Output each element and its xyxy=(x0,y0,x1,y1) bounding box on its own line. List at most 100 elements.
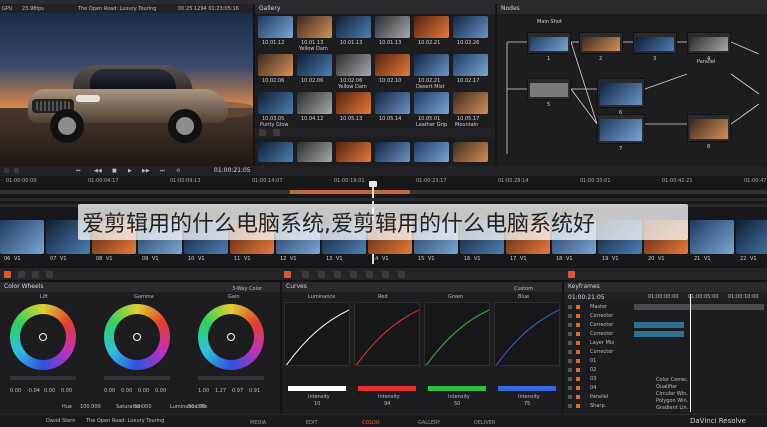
stop-button[interactable]: ■ xyxy=(112,168,117,174)
gallery-strip-thumb[interactable] xyxy=(336,142,371,162)
keyframe-lock-icon[interactable] xyxy=(576,395,580,399)
timeline-clip[interactable] xyxy=(0,220,44,254)
keyframe-lock-icon[interactable] xyxy=(576,305,580,309)
sizing-icon[interactable] xyxy=(382,271,389,278)
playhead-handle[interactable] xyxy=(369,181,377,187)
keyframe-lock-icon[interactable] xyxy=(576,332,580,336)
camera-raw-icon[interactable] xyxy=(4,271,11,278)
keyframe-row[interactable]: Master xyxy=(564,303,767,311)
wheel-puck[interactable] xyxy=(227,333,235,341)
tracker-icon[interactable] xyxy=(334,271,341,278)
curves-tool-icon[interactable] xyxy=(284,271,291,278)
keyframe-lock-icon[interactable] xyxy=(576,404,580,408)
loop-icon[interactable] xyxy=(14,168,19,173)
gallery-still[interactable] xyxy=(336,54,371,76)
color-node[interactable] xyxy=(597,114,645,144)
wheel-puck[interactable] xyxy=(39,333,47,341)
keyframe-lock-icon[interactable] xyxy=(576,350,580,354)
color-wheel[interactable] xyxy=(198,304,264,370)
window-icon[interactable] xyxy=(318,271,325,278)
still-icon[interactable] xyxy=(259,129,266,136)
keyframe-row[interactable]: Layer Mix xyxy=(564,339,767,347)
gallery-still[interactable] xyxy=(297,92,332,114)
keyframe-lock-icon[interactable] xyxy=(576,314,580,318)
keyframe-lock-icon[interactable] xyxy=(576,368,580,372)
keyframe-expand-icon[interactable] xyxy=(568,386,572,390)
color-node[interactable] xyxy=(527,78,571,100)
keyframe-row[interactable]: Corrector xyxy=(564,312,767,320)
keyframe-row[interactable]: Corrector xyxy=(564,348,767,356)
master-wheel-slider[interactable] xyxy=(198,376,264,380)
gallery-still[interactable] xyxy=(297,54,332,76)
keyframe-expand-icon[interactable] xyxy=(568,404,572,408)
page-tab-media[interactable]: MEDIA xyxy=(250,420,266,426)
page-tab-edit[interactable]: EDIT xyxy=(306,420,318,426)
page-tab-deliver[interactable]: DELIVER xyxy=(474,420,495,426)
gallery-still[interactable] xyxy=(414,16,449,38)
gallery-still[interactable] xyxy=(258,92,293,114)
gallery-strip-thumb[interactable] xyxy=(297,142,332,162)
loop-button[interactable]: ⟲ xyxy=(176,168,180,174)
fast-forward-button[interactable]: ▶▶ xyxy=(142,168,150,174)
keyframe-lock-icon[interactable] xyxy=(576,377,580,381)
qualifier-icon[interactable] xyxy=(302,271,309,278)
gallery-still[interactable] xyxy=(453,16,488,38)
gallery-still[interactable] xyxy=(414,92,449,114)
color-node[interactable] xyxy=(687,114,731,142)
color-node[interactable] xyxy=(687,32,731,54)
blur-icon[interactable] xyxy=(350,271,357,278)
keyframe-expand-icon[interactable] xyxy=(568,395,572,399)
color-wheels-icon[interactable] xyxy=(32,271,39,278)
timeline-clip[interactable] xyxy=(736,220,767,254)
gallery-still[interactable] xyxy=(414,54,449,76)
color-wheel[interactable] xyxy=(10,304,76,370)
keyframe-row[interactable]: 01 xyxy=(564,357,767,365)
keyframe-expand-icon[interactable] xyxy=(568,314,572,318)
stereo-icon[interactable] xyxy=(398,271,405,278)
curve-intensity-bar[interactable] xyxy=(428,386,486,391)
primaries-icon[interactable] xyxy=(46,271,53,278)
curve-intensity-bar[interactable] xyxy=(498,386,556,391)
curve-intensity-bar[interactable] xyxy=(288,386,346,391)
keyframe-expand-icon[interactable] xyxy=(568,341,572,345)
curve-editor[interactable] xyxy=(494,302,560,366)
keyframe-expand-icon[interactable] xyxy=(568,377,572,381)
gallery-still[interactable] xyxy=(375,92,410,114)
keyframe-row[interactable]: Corrector xyxy=(564,330,767,338)
keyframe-expand-icon[interactable] xyxy=(568,305,572,309)
curve-intensity-bar[interactable] xyxy=(358,386,416,391)
gallery-strip-thumb[interactable] xyxy=(375,142,410,162)
page-tab-gallery[interactable]: GALLERY xyxy=(418,420,440,426)
gallery-still[interactable] xyxy=(375,54,410,76)
keyframe-expand-icon[interactable] xyxy=(568,332,572,336)
gallery-still[interactable] xyxy=(297,16,332,38)
color-node[interactable] xyxy=(597,78,645,108)
gallery-still[interactable] xyxy=(453,54,488,76)
keyframe-row[interactable]: Corrector xyxy=(564,321,767,329)
master-wheel-slider[interactable] xyxy=(10,376,76,380)
keyframe-expand-icon[interactable] xyxy=(568,368,572,372)
keyframe-lock-icon[interactable] xyxy=(576,341,580,345)
skip-end-button[interactable]: ⏭ xyxy=(160,168,165,174)
keyframe-expand-icon[interactable] xyxy=(568,323,572,327)
gallery-still[interactable] xyxy=(258,16,293,38)
key-icon[interactable] xyxy=(366,271,373,278)
keyframe-lock-icon[interactable] xyxy=(576,323,580,327)
color-node[interactable] xyxy=(527,32,571,54)
play-button[interactable]: ▶ xyxy=(128,168,132,174)
curve-editor[interactable] xyxy=(284,302,350,366)
keyframe-lock-icon[interactable] xyxy=(576,359,580,363)
gallery-strip-thumb[interactable] xyxy=(453,142,488,162)
keyframe-row[interactable]: 02 xyxy=(564,366,767,374)
skip-start-button[interactable]: ⏮ xyxy=(76,168,81,174)
timeline-clip[interactable] xyxy=(690,220,734,254)
wheel-puck[interactable] xyxy=(133,333,141,341)
page-tab-color[interactable]: COLOR xyxy=(362,420,379,426)
color-wheel[interactable] xyxy=(104,304,170,370)
keyframe-expand-icon[interactable] xyxy=(568,350,572,354)
gallery-strip-thumb[interactable] xyxy=(414,142,449,162)
keyframe-lock-icon[interactable] xyxy=(576,386,580,390)
keyframe-expand-icon[interactable] xyxy=(568,359,572,363)
gallery-still[interactable] xyxy=(258,54,293,76)
curve-editor[interactable] xyxy=(354,302,420,366)
